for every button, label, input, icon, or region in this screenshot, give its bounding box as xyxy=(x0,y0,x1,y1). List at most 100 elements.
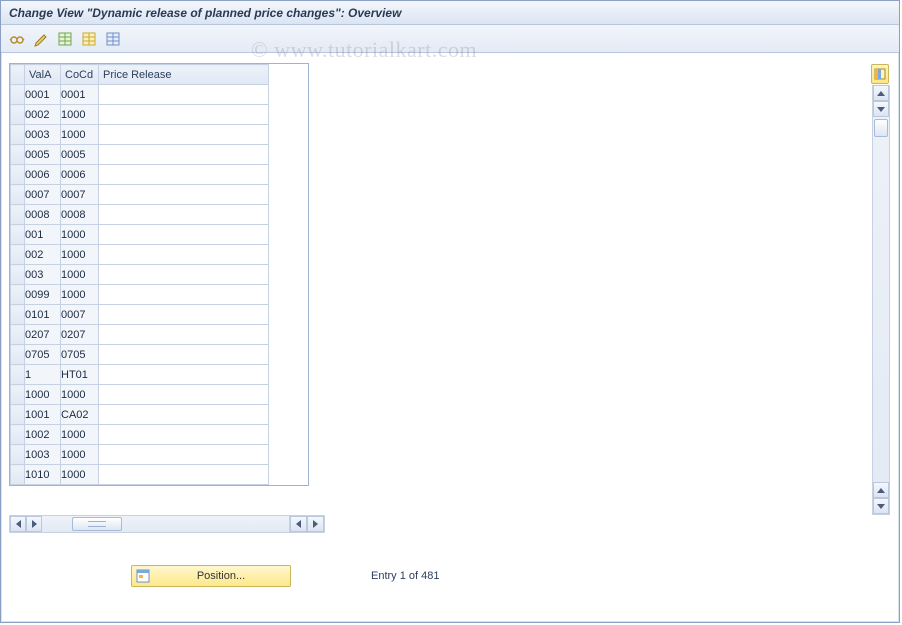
row-selector[interactable] xyxy=(11,125,25,145)
row-selector[interactable] xyxy=(11,205,25,225)
select-all-column-header[interactable] xyxy=(11,65,25,85)
chevron-right-icon xyxy=(313,520,318,528)
table-row[interactable]: 00031000 xyxy=(11,125,269,145)
table-row[interactable]: 07050705 xyxy=(11,345,269,365)
table-row[interactable]: 0021000 xyxy=(11,245,269,265)
cell-price-release[interactable] xyxy=(99,365,269,385)
scroll-right-step-button[interactable] xyxy=(26,516,42,532)
column-header-vala[interactable]: ValA xyxy=(25,65,61,85)
cell-price-release[interactable] xyxy=(99,405,269,425)
row-selector[interactable] xyxy=(11,465,25,485)
cell-price-release[interactable] xyxy=(99,185,269,205)
cell-vala: 0007 xyxy=(25,185,61,205)
table-row[interactable]: 00010001 xyxy=(11,85,269,105)
table-row[interactable]: 00021000 xyxy=(11,105,269,125)
cell-cocd: 0705 xyxy=(61,345,99,365)
configure-columns-button[interactable] xyxy=(871,64,889,84)
table-row[interactable]: 01010007 xyxy=(11,305,269,325)
cell-price-release[interactable] xyxy=(99,425,269,445)
row-selector[interactable] xyxy=(11,185,25,205)
position-button[interactable]: Position... xyxy=(131,565,291,587)
table-row[interactable]: 00991000 xyxy=(11,285,269,305)
cell-vala: 001 xyxy=(25,225,61,245)
table-row[interactable]: 1HT01 xyxy=(11,365,269,385)
cell-cocd: 0007 xyxy=(61,185,99,205)
scroll-down-button[interactable] xyxy=(873,498,889,514)
row-selector[interactable] xyxy=(11,165,25,185)
row-selector[interactable] xyxy=(11,85,25,105)
cell-price-release[interactable] xyxy=(99,445,269,465)
scroll-right-button[interactable] xyxy=(307,516,324,532)
deselect-all-button[interactable] xyxy=(103,29,123,49)
scroll-left-step-button[interactable] xyxy=(290,516,307,532)
hscroll-track[interactable] xyxy=(42,516,289,532)
row-selector[interactable] xyxy=(11,385,25,405)
row-selector[interactable] xyxy=(11,225,25,245)
hscroll-thumb[interactable] xyxy=(72,517,122,531)
row-selector[interactable] xyxy=(11,265,25,285)
table-row[interactable]: 00050005 xyxy=(11,145,269,165)
cell-price-release[interactable] xyxy=(99,125,269,145)
row-selector[interactable] xyxy=(11,445,25,465)
row-selector[interactable] xyxy=(11,145,25,165)
table-row[interactable]: 10001000 xyxy=(11,385,269,405)
scroll-thumb[interactable] xyxy=(874,119,888,137)
cell-price-release[interactable] xyxy=(99,225,269,245)
scroll-left-button[interactable] xyxy=(10,516,26,532)
row-selector[interactable] xyxy=(11,425,25,445)
row-selector[interactable] xyxy=(11,105,25,125)
save-button[interactable] xyxy=(79,29,99,49)
cell-price-release[interactable] xyxy=(99,85,269,105)
row-selector[interactable] xyxy=(11,305,25,325)
cell-price-release[interactable] xyxy=(99,345,269,365)
row-selector[interactable] xyxy=(11,325,25,345)
table-row[interactable]: 00070007 xyxy=(11,185,269,205)
chevron-down-icon xyxy=(877,504,885,509)
row-selector[interactable] xyxy=(11,405,25,425)
cell-price-release[interactable] xyxy=(99,285,269,305)
cell-cocd: 1000 xyxy=(61,265,99,285)
column-header-price-release[interactable]: Price Release xyxy=(99,65,269,85)
position-icon xyxy=(136,569,150,583)
cell-price-release[interactable] xyxy=(99,385,269,405)
grid-container: ValA CoCd Price Release 0001000100021000… xyxy=(9,63,319,573)
scroll-track[interactable] xyxy=(873,117,889,482)
pencil-icon xyxy=(33,31,49,47)
horizontal-scrollbar[interactable] xyxy=(9,515,290,533)
cell-vala: 0003 xyxy=(25,125,61,145)
cell-price-release[interactable] xyxy=(99,105,269,125)
table-row[interactable]: 0031000 xyxy=(11,265,269,285)
select-all-button[interactable] xyxy=(55,29,75,49)
row-selector[interactable] xyxy=(11,285,25,305)
cell-price-release[interactable] xyxy=(99,205,269,225)
cell-price-release[interactable] xyxy=(99,325,269,345)
table-row[interactable]: 10031000 xyxy=(11,445,269,465)
cell-price-release[interactable] xyxy=(99,305,269,325)
data-grid[interactable]: ValA CoCd Price Release 0001000100021000… xyxy=(10,64,269,485)
table-row[interactable]: 00080008 xyxy=(11,205,269,225)
cell-cocd: 0006 xyxy=(61,165,99,185)
other-view-button[interactable] xyxy=(7,29,27,49)
table-row[interactable]: 02070207 xyxy=(11,325,269,345)
scroll-up-step-button[interactable] xyxy=(873,482,889,498)
row-selector[interactable] xyxy=(11,345,25,365)
table-row[interactable]: 10101000 xyxy=(11,465,269,485)
change-display-button[interactable] xyxy=(31,29,51,49)
cell-price-release[interactable] xyxy=(99,265,269,285)
cell-price-release[interactable] xyxy=(99,165,269,185)
table-row[interactable]: 0011000 xyxy=(11,225,269,245)
vertical-scrollbar[interactable] xyxy=(872,85,890,515)
column-header-cocd[interactable]: CoCd xyxy=(61,65,99,85)
cell-price-release[interactable] xyxy=(99,465,269,485)
scroll-down-step-button[interactable] xyxy=(873,101,889,117)
cell-price-release[interactable] xyxy=(99,245,269,265)
row-selector[interactable] xyxy=(11,365,25,385)
table-row[interactable]: 1001CA02 xyxy=(11,405,269,425)
entry-counter: Entry 1 of 481 xyxy=(371,570,440,582)
table-row[interactable]: 00060006 xyxy=(11,165,269,185)
scroll-up-button[interactable] xyxy=(873,85,889,101)
table-row[interactable]: 10021000 xyxy=(11,425,269,445)
row-selector[interactable] xyxy=(11,245,25,265)
cell-price-release[interactable] xyxy=(99,145,269,165)
cell-cocd: 1000 xyxy=(61,125,99,145)
